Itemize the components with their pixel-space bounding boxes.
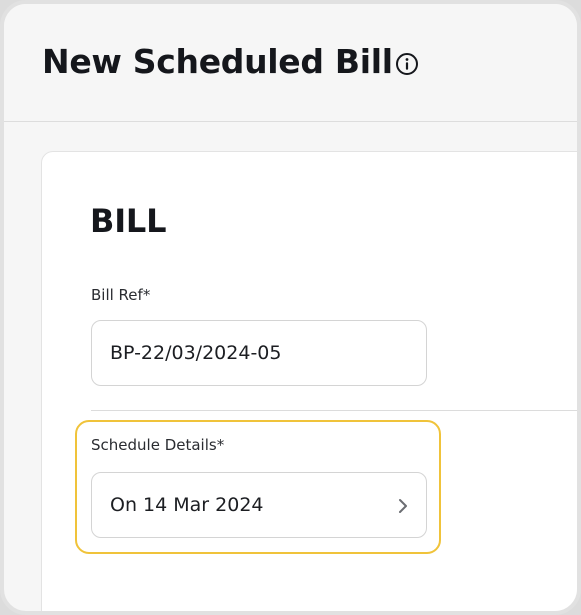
- schedule-details-select[interactable]: On 14 Mar 2024: [91, 472, 427, 538]
- section-title: BILL: [90, 202, 167, 240]
- page-title: New Scheduled Bill: [42, 42, 393, 81]
- info-circle-icon[interactable]: [395, 52, 419, 76]
- schedule-details-value: On 14 Mar 2024: [110, 494, 264, 516]
- page-header: New Scheduled Bill: [4, 4, 577, 122]
- divider: [91, 410, 577, 411]
- bill-ref-input[interactable]: BP-22/03/2024-05: [91, 320, 427, 386]
- bill-card: BILL Bill Ref* BP-22/03/2024-05 Schedule…: [41, 151, 577, 611]
- schedule-details-label: Schedule Details*: [91, 436, 225, 454]
- chevron-right-icon: [399, 499, 407, 513]
- bill-ref-label: Bill Ref*: [91, 286, 151, 304]
- app-window: New Scheduled Bill BILL Bill Ref* BP-22/…: [0, 0, 581, 615]
